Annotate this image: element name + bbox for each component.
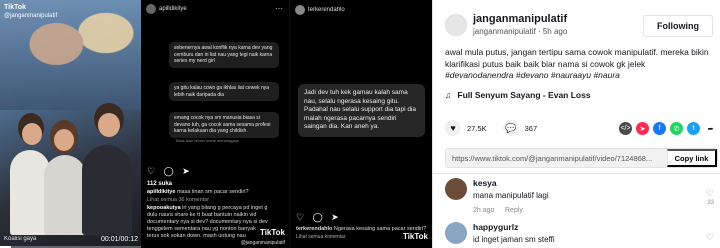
view-comments-link[interactable]: Lihat semua komentar [296, 234, 345, 240]
video-link[interactable]: https://www.tiktok.com/@janganmanipulati… [446, 154, 667, 163]
commenter-name[interactable]: kesya [473, 178, 497, 188]
author-name[interactable]: janganmanipulatif [473, 13, 567, 25]
video-time: 00:01/00:12 [101, 236, 138, 243]
video-still-panel[interactable]: TikTok @janganmanipulatif Koalisi gaya 0… [0, 0, 141, 248]
facebook-icon[interactable]: f [653, 122, 666, 135]
commenter-avatar[interactable] [445, 178, 467, 200]
twitter-icon[interactable]: t [687, 122, 700, 135]
comment-1-line-5: terus sok sokan down. mash untung nau [147, 233, 246, 239]
video-description: awal mula putus, jangan tertipu sama cow… [445, 47, 709, 69]
like-count: 27.5K [467, 123, 487, 133]
comment-item: kesya mana manipulatif lagi 2h ago Reply… [445, 178, 718, 218]
group-photo [10, 95, 135, 235]
copy-link-button[interactable]: Copy link [667, 149, 717, 167]
comment-time: 2h ago [473, 207, 495, 214]
post-action-icons[interactable]: ♡ ◯ ➤ [296, 212, 342, 223]
comment-1-line-3: documentary nya si dev? documentary nya … [147, 219, 268, 225]
engagement-stats: ♥ 27.5K 💬 367 [445, 120, 537, 136]
post-username[interactable]: apilldikitye [159, 6, 187, 12]
post-caption: apilldikitye masa iinan sm pacar sendiri… [147, 189, 249, 195]
quote-card: Jadi dev tuh kek gamau kalah sama nau, s… [298, 84, 425, 137]
hashtags[interactable]: #devanodanendra #devano #nauraayu #naura [445, 70, 620, 80]
comment-1-line-2: dulu naura share ke tt buat bantuin naik… [147, 212, 257, 218]
post-avatar[interactable] [146, 4, 156, 14]
music-link[interactable]: ♫ Full Senyum Sayang - Evan Loss [445, 90, 591, 100]
comment-like-icon[interactable]: ♡ [706, 232, 714, 243]
post-username[interactable]: terkerendahlo [308, 7, 345, 13]
comment-1-text: iri yang bilang g percaya pd inget g [182, 205, 268, 211]
comment-text: mana manipulatif lagi [473, 191, 549, 200]
post-time: 5h ago [542, 27, 568, 36]
copy-link-bar: https://www.tiktok.com/@janganmanipulati… [445, 148, 718, 168]
more-options-icon[interactable]: ⋯ [275, 4, 283, 13]
comment-1-user[interactable]: kepooakutya [147, 205, 181, 211]
like-heart-icon[interactable]: ♥ [445, 120, 461, 136]
reply-button[interactable]: Reply [505, 207, 523, 214]
author-handle: janganmanipulatif [473, 27, 536, 36]
post-action-icons[interactable]: ♡ ◯ ➤ [147, 166, 193, 177]
caption-user[interactable]: terkerendahlo [296, 226, 332, 232]
message-card-2: ya gitu kalau cowo ga ikhlas liat cewek … [169, 82, 279, 101]
music-title: Full Senyum Sayang - Evan Loss [457, 90, 591, 100]
post-likes: 112 suka [147, 181, 173, 187]
caption-user[interactable]: apilldikitye [147, 189, 175, 195]
comment-item: happygurlz id inget jaman sm steffi ♡ [445, 222, 718, 248]
commenter-name[interactable]: happygurlz [473, 222, 518, 232]
message-card-3: emang cocok nya sm manusia biasa si deva… [169, 112, 279, 138]
comment-text: id inget jaman sm steffi [473, 235, 555, 244]
card-note: Tidak ikan Isihan untuk menanggapi [175, 138, 239, 143]
comment-like-icon[interactable]: ♡ [706, 188, 714, 199]
post-avatar[interactable] [295, 5, 305, 15]
author-avatar[interactable] [445, 14, 467, 36]
share-more-icon[interactable]: ➦ [704, 122, 717, 135]
tiktok-detail-panel: janganmanipulatif janganmanipulatif · 5h… [432, 0, 720, 248]
comment-count: 367 [524, 123, 538, 133]
following-button[interactable]: Following [643, 15, 713, 37]
music-note-icon: ♫ [445, 90, 452, 100]
second-post-panel: terkerendahlo Jadi dev tuh kek gamau kal… [289, 0, 432, 248]
author-subline: janganmanipulatif · 5h ago [473, 27, 568, 36]
comment-1-line-4: tenggelem sementara nau yg nonton banyak [147, 226, 256, 232]
video-caption: Koalisi gaya [4, 236, 37, 242]
message-card-1: sebenernya awal konflik nya karna dev ya… [169, 42, 279, 68]
view-comments-link[interactable]: Lihat semua 36 komentar [147, 197, 209, 203]
commenter-avatar[interactable] [445, 222, 467, 244]
comment-like-count: 33 [707, 200, 714, 206]
creator-handle: @janganmanipulatif [4, 13, 58, 19]
tiktok-logo: TikTok [4, 4, 26, 11]
comment-icon[interactable]: 💬 [502, 120, 519, 136]
caption-text: masa iinan sm pacar sendiri? [176, 189, 249, 195]
embed-icon[interactable]: </> [619, 122, 632, 135]
screenshot-collage: TikTok @janganmanipulatif Koalisi gaya 0… [0, 0, 720, 248]
comment-1: kepooakutya iri yang bilang g percaya pd… [147, 205, 267, 211]
section-divider [433, 173, 720, 174]
tiktok-watermark-handle: @janganmanipulatif [240, 240, 285, 246]
instagram-post-panel: apilldikitye ⋯ sebenernya awal konflik n… [141, 0, 289, 248]
tiktok-watermark: TikTok [259, 228, 285, 237]
tiktok-watermark: TikTok [402, 232, 428, 241]
whatsapp-icon[interactable]: ✆ [670, 122, 683, 135]
send-to-friends-icon[interactable]: ➤ [636, 122, 649, 135]
